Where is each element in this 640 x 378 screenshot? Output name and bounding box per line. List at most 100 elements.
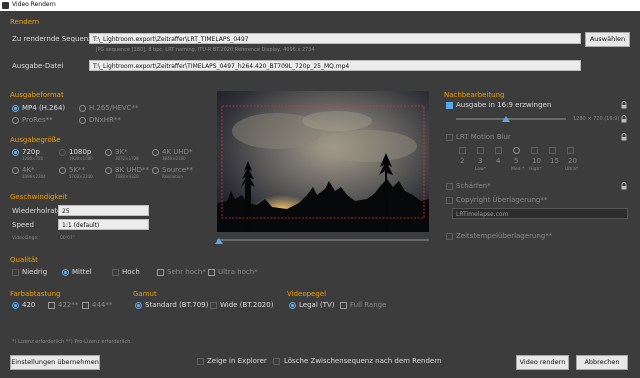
gamut-section-title: Gamut bbox=[133, 290, 157, 298]
gamut-option-checkbox[interactable] bbox=[210, 302, 217, 309]
quality-option-radio[interactable] bbox=[62, 269, 69, 276]
sampling-option-label: 420 bbox=[22, 301, 36, 309]
size-option-radio[interactable] bbox=[12, 149, 19, 156]
format-option-label: ProRes** bbox=[22, 116, 53, 124]
explorer-label: Zeige in Explorer bbox=[207, 357, 267, 365]
play-head-icon[interactable] bbox=[215, 238, 223, 244]
size-option-radio[interactable] bbox=[59, 149, 66, 156]
motion-blur-value: 5 bbox=[514, 157, 519, 165]
apply-settings-button[interactable]: Einstellungen übernehmen bbox=[10, 355, 100, 370]
motion-blur-value: 2 bbox=[460, 157, 465, 165]
size-option-label: 720p bbox=[22, 148, 40, 156]
motion-blur-value: 3 bbox=[478, 157, 483, 165]
quality-option-label: Hoch bbox=[122, 268, 140, 276]
sharpen-checkbox[interactable] bbox=[446, 183, 453, 190]
size-option-resolution: 3072×1728 bbox=[115, 156, 139, 161]
quality-section-title: Qualität bbox=[10, 256, 38, 264]
explorer-checkbox[interactable] bbox=[197, 358, 204, 365]
size-option-label: 1080p bbox=[69, 148, 92, 156]
sequence-info: JPG sequence [180], 8 bpc, LRT naming, I… bbox=[96, 47, 315, 53]
output-label: Ausgabe-Datei bbox=[12, 62, 64, 70]
sampling-option-checkbox[interactable] bbox=[48, 302, 55, 309]
force-169-slider-track[interactable] bbox=[456, 118, 566, 120]
size-option-radio[interactable] bbox=[152, 167, 159, 174]
select-button[interactable]: Auswählen bbox=[585, 32, 630, 47]
gamut-option-label: Wide (BT.2020) bbox=[220, 301, 274, 309]
size-option-label: 3K* bbox=[115, 148, 128, 156]
motion-blur-option[interactable] bbox=[513, 147, 520, 154]
sequence-field[interactable]: T:\_Lightroom.export\Zeitraffer\LRT_TIME… bbox=[89, 33, 581, 44]
format-option-radio[interactable] bbox=[79, 105, 86, 112]
quality-option-check[interactable] bbox=[208, 269, 215, 276]
timeline-track[interactable] bbox=[217, 239, 429, 241]
length-value: 00'07" bbox=[60, 236, 75, 241]
cancel-button[interactable]: Abbrechen bbox=[576, 355, 628, 370]
window-title: Video Rendern bbox=[12, 1, 56, 8]
size-option-resolution: 4096×2304 bbox=[22, 174, 46, 179]
sampling-option-radio[interactable] bbox=[12, 302, 19, 309]
format-option-radio[interactable] bbox=[79, 117, 86, 124]
motion-blur-value: 20 bbox=[568, 157, 577, 165]
gamut-option-radio[interactable] bbox=[135, 302, 142, 309]
sampling-option-label: 422** bbox=[58, 301, 79, 309]
format-option-label: DNxHR** bbox=[89, 116, 121, 124]
speed-section-title: Geschwindigkeit bbox=[10, 193, 68, 201]
sampling-option-checkbox[interactable] bbox=[82, 302, 89, 309]
copyright-checkbox[interactable] bbox=[446, 197, 453, 204]
sequence-label: Zu rendernde Sequenz bbox=[12, 35, 92, 43]
size-option-radio[interactable] bbox=[105, 167, 112, 174]
quality-option-check[interactable] bbox=[157, 269, 164, 276]
delete-intermediate-checkbox[interactable] bbox=[273, 358, 280, 365]
size-option-resolution: 5760×3240 bbox=[69, 174, 93, 179]
levels-option-label: Full Range bbox=[350, 301, 387, 309]
size-option-radio[interactable] bbox=[152, 149, 159, 156]
title-bar: Video Rendern bbox=[0, 0, 640, 11]
timestamp-checkbox[interactable] bbox=[446, 233, 453, 240]
levels-option-checkbox[interactable] bbox=[340, 302, 347, 309]
quality-option-label: Sehr hoch* bbox=[167, 268, 206, 276]
force-169-slider-thumb[interactable] bbox=[501, 116, 510, 122]
size-option-label: 4K UHD* bbox=[162, 148, 193, 156]
app-icon bbox=[2, 2, 9, 9]
size-option-radio[interactable] bbox=[105, 149, 112, 156]
force-169-label: Ausgabe in 16:9 erzwingen bbox=[456, 101, 552, 109]
motion-blur-label: LRT Motion Blur bbox=[456, 133, 511, 141]
levels-option-radio[interactable] bbox=[289, 302, 296, 309]
format-option-radio[interactable] bbox=[12, 117, 19, 124]
motion-blur-option[interactable] bbox=[549, 147, 556, 154]
motion-blur-option[interactable] bbox=[477, 147, 484, 154]
repeat-rate-field[interactable]: 25 bbox=[58, 205, 149, 216]
format-option-label: H.265/HEVC** bbox=[89, 104, 139, 112]
quality-option-check[interactable] bbox=[112, 269, 119, 276]
motion-blur-option[interactable] bbox=[567, 147, 574, 154]
preview-image bbox=[217, 91, 429, 232]
length-label: Videolänge: bbox=[12, 236, 39, 241]
motion-blur-option[interactable] bbox=[495, 147, 502, 154]
sharpen-label: Schärfen* bbox=[456, 182, 491, 190]
levels-option-label: Legal (TV) bbox=[299, 301, 335, 309]
size-option-radio[interactable] bbox=[59, 167, 66, 174]
license-note: *) Lizenz erforderlich **) Pro-Lizenz er… bbox=[12, 339, 132, 345]
output-file-field[interactable]: T:\_Lightroom.export\Zeitraffer\TIMELAPS… bbox=[89, 60, 581, 71]
quality-option-label: Mittel bbox=[72, 268, 92, 276]
motion-blur-option[interactable] bbox=[459, 147, 466, 154]
motion-blur-caption: Med * bbox=[511, 167, 525, 172]
gamut-option-label: Standard (BT.709) bbox=[145, 301, 209, 309]
motion-blur-caption: High* bbox=[529, 167, 542, 172]
lock-icon bbox=[621, 101, 627, 111]
render-video-button[interactable]: Video rendern bbox=[516, 355, 569, 370]
copyright-text-field[interactable]: LRTimelapse.com bbox=[452, 208, 628, 219]
size-option-resolution: 3840×2160 bbox=[162, 156, 186, 161]
quality-option-check[interactable] bbox=[12, 269, 19, 276]
size-section-title: Ausgabegröße bbox=[10, 136, 61, 144]
render-section-title: Rendern bbox=[10, 18, 40, 26]
size-option-label: Source** bbox=[162, 166, 194, 174]
motion-blur-value: 10 bbox=[532, 157, 541, 165]
sampling-section-title: Farbabtastung bbox=[10, 290, 61, 298]
motion-blur-option[interactable] bbox=[531, 147, 538, 154]
force-169-checkbox[interactable] bbox=[446, 102, 453, 109]
speed-select[interactable]: 1:1 (default) bbox=[58, 219, 149, 230]
size-option-radio[interactable] bbox=[12, 167, 19, 174]
motion-blur-checkbox[interactable] bbox=[446, 134, 453, 141]
format-option-radio[interactable] bbox=[12, 105, 19, 112]
